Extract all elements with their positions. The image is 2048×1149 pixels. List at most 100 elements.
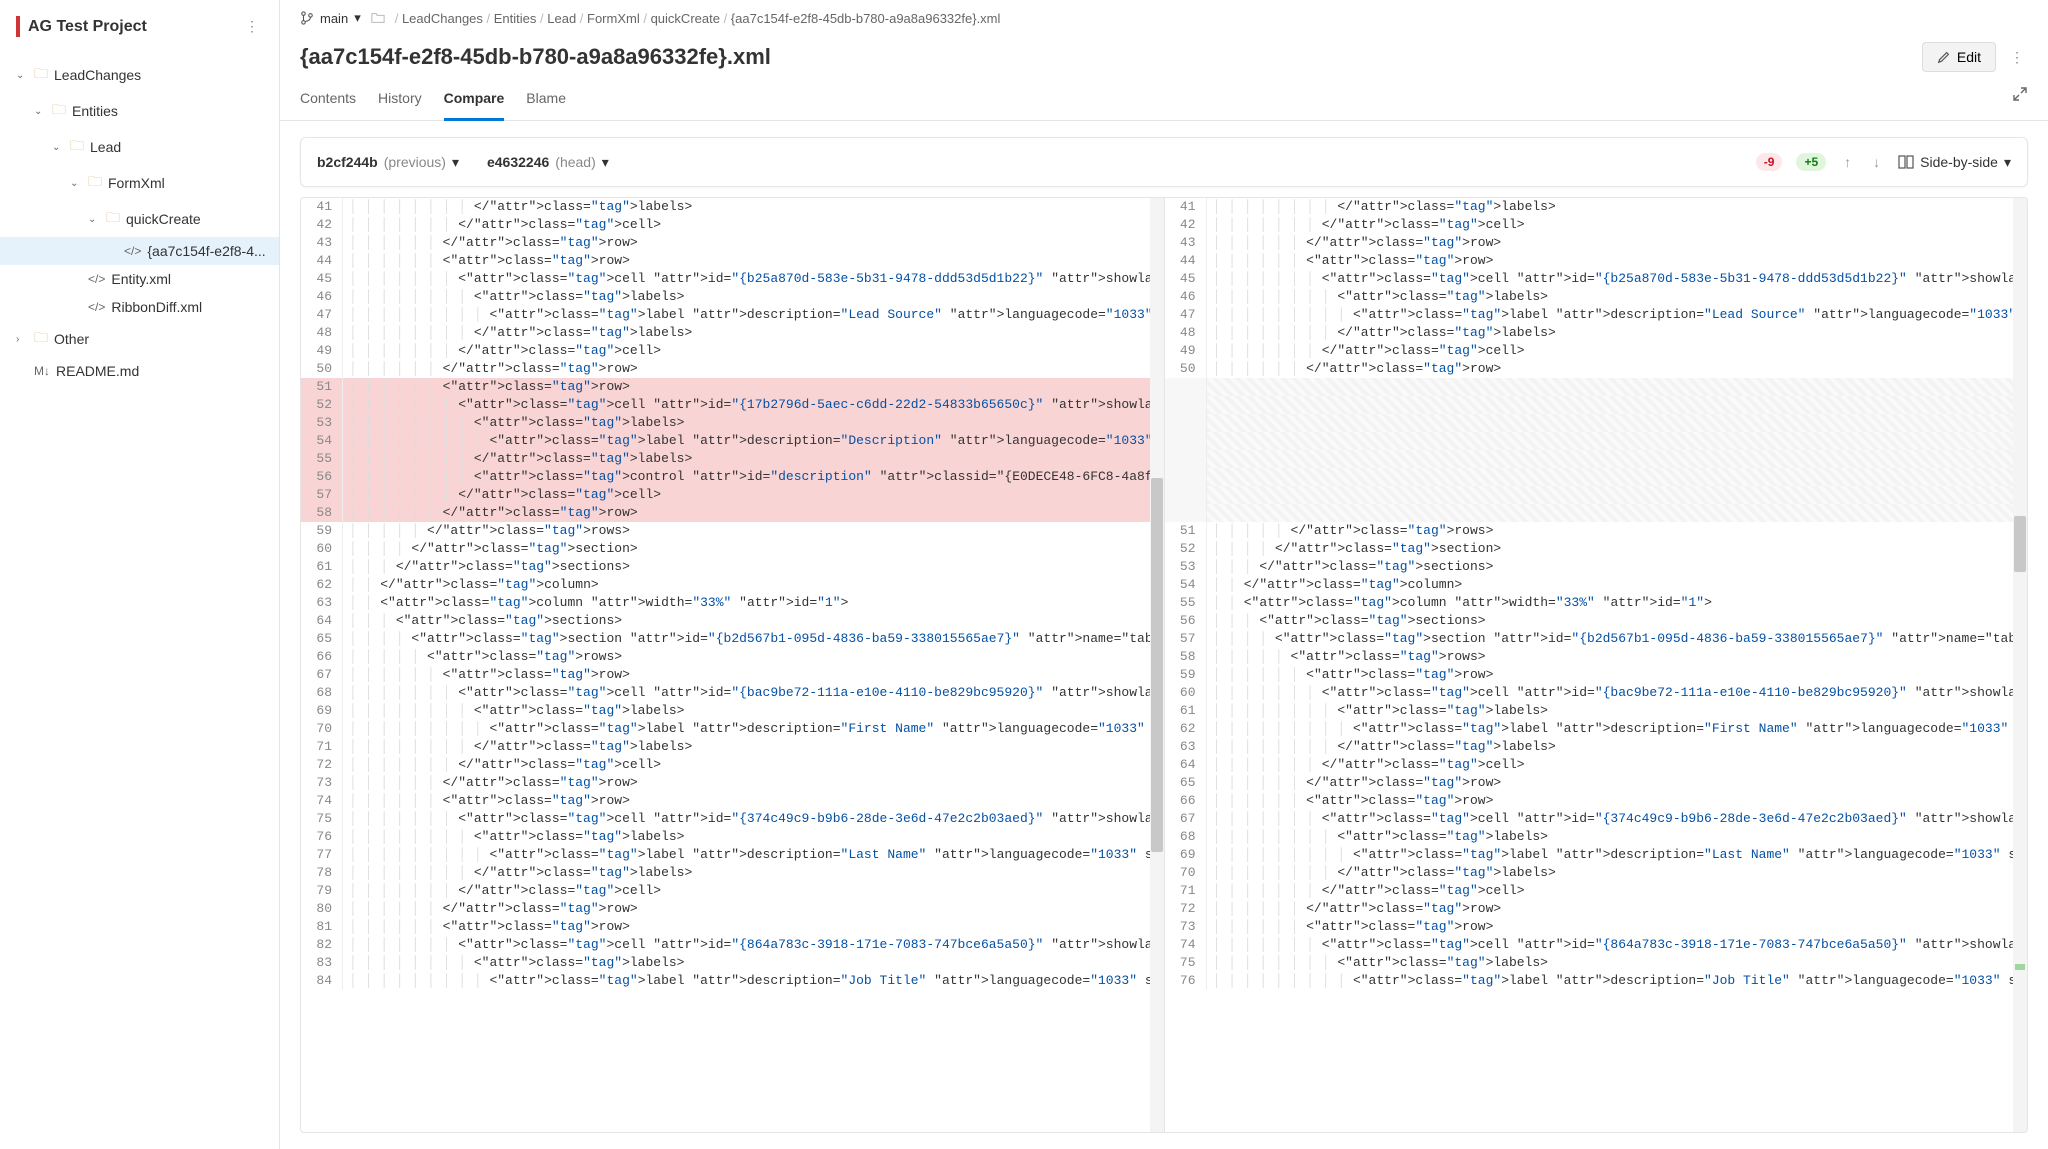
- line-number: [1165, 450, 1207, 468]
- page-title: {aa7c154f-e2f8-45db-b780-a9a8a96332fe}.x…: [300, 44, 771, 70]
- breadcrumb-item[interactable]: {aa7c154f-e2f8-45db-b780-a9a8a96332fe}.x…: [731, 11, 1001, 26]
- code-line: 61│ │ │ │ │ │ │ │ <"attr">class="tag">la…: [1165, 702, 2028, 720]
- code-line: 57│ │ │ │ │ │ │ </"attr">class="tag">cel…: [301, 486, 1164, 504]
- line-number: 82: [301, 936, 343, 954]
- folder-icon: 🗀: [34, 63, 48, 87]
- tree-file[interactable]: </>RibbonDiff.xml: [0, 293, 279, 321]
- tree-folder[interactable]: ⌄🗀Entities: [0, 93, 279, 129]
- deletions-badge: -9: [1756, 153, 1783, 171]
- tree-folder[interactable]: ›🗀Other: [0, 321, 279, 357]
- line-number: 54: [301, 432, 343, 450]
- code-text: │ │ │ │ │ │ │ │ │ <"attr">class="tag">la…: [343, 432, 1164, 450]
- line-number: 52: [301, 396, 343, 414]
- tab-compare[interactable]: Compare: [444, 82, 505, 121]
- code-line: 53│ │ │ </"attr">class="tag">sections>: [1165, 558, 2028, 576]
- tree-folder[interactable]: ⌄🗀quickCreate: [0, 201, 279, 237]
- code-text: │ │ │ │ │ │ │ │ <"attr">class="tag">labe…: [1207, 828, 2028, 846]
- line-number: 53: [301, 414, 343, 432]
- code-text: │ │ │ <"attr">class="tag">sections>: [343, 612, 1164, 630]
- code-text: │ │ <"attr">class="tag">column "attr">wi…: [1207, 594, 2028, 612]
- code-line: 50│ │ │ │ │ │ </"attr">class="tag">row>: [301, 360, 1164, 378]
- revision-left-selector[interactable]: b2cf244b (previous) ▾: [317, 154, 459, 171]
- revision-left-hash: b2cf244b: [317, 154, 378, 170]
- code-line: 47│ │ │ │ │ │ │ │ │ <"attr">class="tag">…: [1165, 306, 2028, 324]
- tree-folder[interactable]: ⌄🗀Lead: [0, 129, 279, 165]
- line-number: 58: [1165, 648, 1207, 666]
- code-text: │ │ │ │ │ │ │ │ │ <"attr">class="tag">la…: [1207, 846, 2028, 864]
- sidebar: AG Test Project ⋮ ⌄🗀LeadChanges⌄🗀Entitie…: [0, 0, 280, 1149]
- code-text: [1207, 504, 2028, 522]
- tab-bar: Contents History Compare Blame: [280, 82, 2048, 121]
- revision-right-selector[interactable]: e4632246 (head) ▾: [487, 154, 609, 171]
- tab-history[interactable]: History: [378, 82, 422, 120]
- code-line: 41│ │ │ │ │ │ │ │ </"attr">class="tag">l…: [301, 198, 1164, 216]
- code-text: [1207, 468, 2028, 486]
- code-text: │ │ │ │ </"attr">class="tag">section>: [343, 540, 1164, 558]
- revision-right-label: (head): [555, 154, 595, 170]
- line-number: 70: [301, 720, 343, 738]
- code-line: 63│ │ <"attr">class="tag">column "attr">…: [301, 594, 1164, 612]
- code-line: 79│ │ │ │ │ │ │ </"attr">class="tag">cel…: [301, 882, 1164, 900]
- edit-button[interactable]: Edit: [1922, 42, 1996, 72]
- tree-file[interactable]: M↓README.md: [0, 357, 279, 385]
- breadcrumb-item[interactable]: Entities: [494, 11, 537, 26]
- tree-folder[interactable]: ⌄🗀FormXml: [0, 165, 279, 201]
- code-text: │ │ </"attr">class="tag">column>: [343, 576, 1164, 594]
- prev-diff-icon[interactable]: ↑: [1840, 150, 1855, 174]
- diff-pane-right[interactable]: 41│ │ │ │ │ │ │ │ </"attr">class="tag">l…: [1164, 198, 2028, 1132]
- scrollbar[interactable]: [1150, 198, 1164, 1132]
- line-number: 77: [301, 846, 343, 864]
- code-text: │ │ │ │ │ │ │ │ <"attr">class="tag">labe…: [1207, 288, 2028, 306]
- line-number: 49: [301, 342, 343, 360]
- branch-selector[interactable]: main ▾: [300, 10, 361, 26]
- diff-container: 41│ │ │ │ │ │ │ │ </"attr">class="tag">l…: [300, 197, 2028, 1133]
- line-number: 68: [301, 684, 343, 702]
- view-mode-selector[interactable]: Side-by-side ▾: [1898, 154, 2011, 171]
- tree-file[interactable]: </>{aa7c154f-e2f8-4...: [0, 237, 279, 265]
- code-line: [1165, 432, 2028, 450]
- line-number: 43: [1165, 234, 1207, 252]
- line-number: 73: [301, 774, 343, 792]
- code-line: [1165, 378, 2028, 396]
- expand-icon[interactable]: [2012, 86, 2028, 102]
- breadcrumb-item[interactable]: Lead: [547, 11, 576, 26]
- tree-file[interactable]: </>Entity.xml: [0, 265, 279, 293]
- branch-icon: [300, 11, 314, 25]
- breadcrumb-item[interactable]: LeadChanges: [402, 11, 483, 26]
- breadcrumb-item[interactable]: quickCreate: [651, 11, 720, 26]
- code-text: │ │ │ │ │ │ </"attr">class="tag">row>: [1207, 360, 2028, 378]
- code-text: │ │ │ │ │ │ │ │ </"attr">class="tag">lab…: [343, 324, 1164, 342]
- code-text: │ │ │ │ │ │ │ </"attr">class="tag">cell>: [1207, 756, 2028, 774]
- code-line: [1165, 468, 2028, 486]
- code-text: │ │ │ │ │ <"attr">class="tag">rows>: [1207, 648, 2028, 666]
- revision-right-hash: e4632246: [487, 154, 549, 170]
- more-icon[interactable]: ⋮: [2006, 45, 2028, 70]
- line-number: 81: [301, 918, 343, 936]
- line-number: 65: [1165, 774, 1207, 792]
- code-text: │ │ │ │ │ │ │ │ <"attr">class="tag">cont…: [343, 468, 1164, 486]
- code-line: 77│ │ │ │ │ │ │ │ │ <"attr">class="tag">…: [301, 846, 1164, 864]
- diff-pane-left[interactable]: 41│ │ │ │ │ │ │ │ </"attr">class="tag">l…: [301, 198, 1164, 1132]
- code-text: │ │ │ │ │ │ <"attr">class="tag">row>: [1207, 918, 2028, 936]
- next-diff-icon[interactable]: ↓: [1869, 150, 1884, 174]
- code-text: │ │ │ </"attr">class="tag">sections>: [343, 558, 1164, 576]
- project-title[interactable]: AG Test Project: [16, 18, 147, 36]
- tree-folder[interactable]: ⌄🗀LeadChanges: [0, 57, 279, 93]
- tab-contents[interactable]: Contents: [300, 82, 356, 120]
- breadcrumb-item[interactable]: FormXml: [587, 11, 640, 26]
- line-number: 71: [1165, 882, 1207, 900]
- code-text: │ │ │ │ │ │ │ </"attr">class="tag">cell>: [343, 216, 1164, 234]
- chevron-down-icon: ⌄: [16, 70, 28, 81]
- code-line: 66│ │ │ │ │ │ <"attr">class="tag">row>: [1165, 792, 2028, 810]
- scrollbar[interactable]: [2013, 198, 2027, 1132]
- code-text: │ │ │ │ │ │ │ <"attr">class="tag">cell "…: [1207, 684, 2028, 702]
- more-icon[interactable]: ⋮: [241, 14, 263, 39]
- code-line: 65│ │ │ │ │ │ </"attr">class="tag">row>: [1165, 774, 2028, 792]
- breadcrumb: main ▾ / LeadChanges / Entities / Lead /…: [280, 0, 2048, 36]
- tab-blame[interactable]: Blame: [526, 82, 566, 120]
- code-line: 51│ │ │ │ │ │ <"attr">class="tag">row>: [301, 378, 1164, 396]
- breadcrumb-separator: /: [536, 11, 547, 26]
- line-number: 63: [1165, 738, 1207, 756]
- chevron-down-icon: ▾: [602, 154, 609, 171]
- line-number: 65: [301, 630, 343, 648]
